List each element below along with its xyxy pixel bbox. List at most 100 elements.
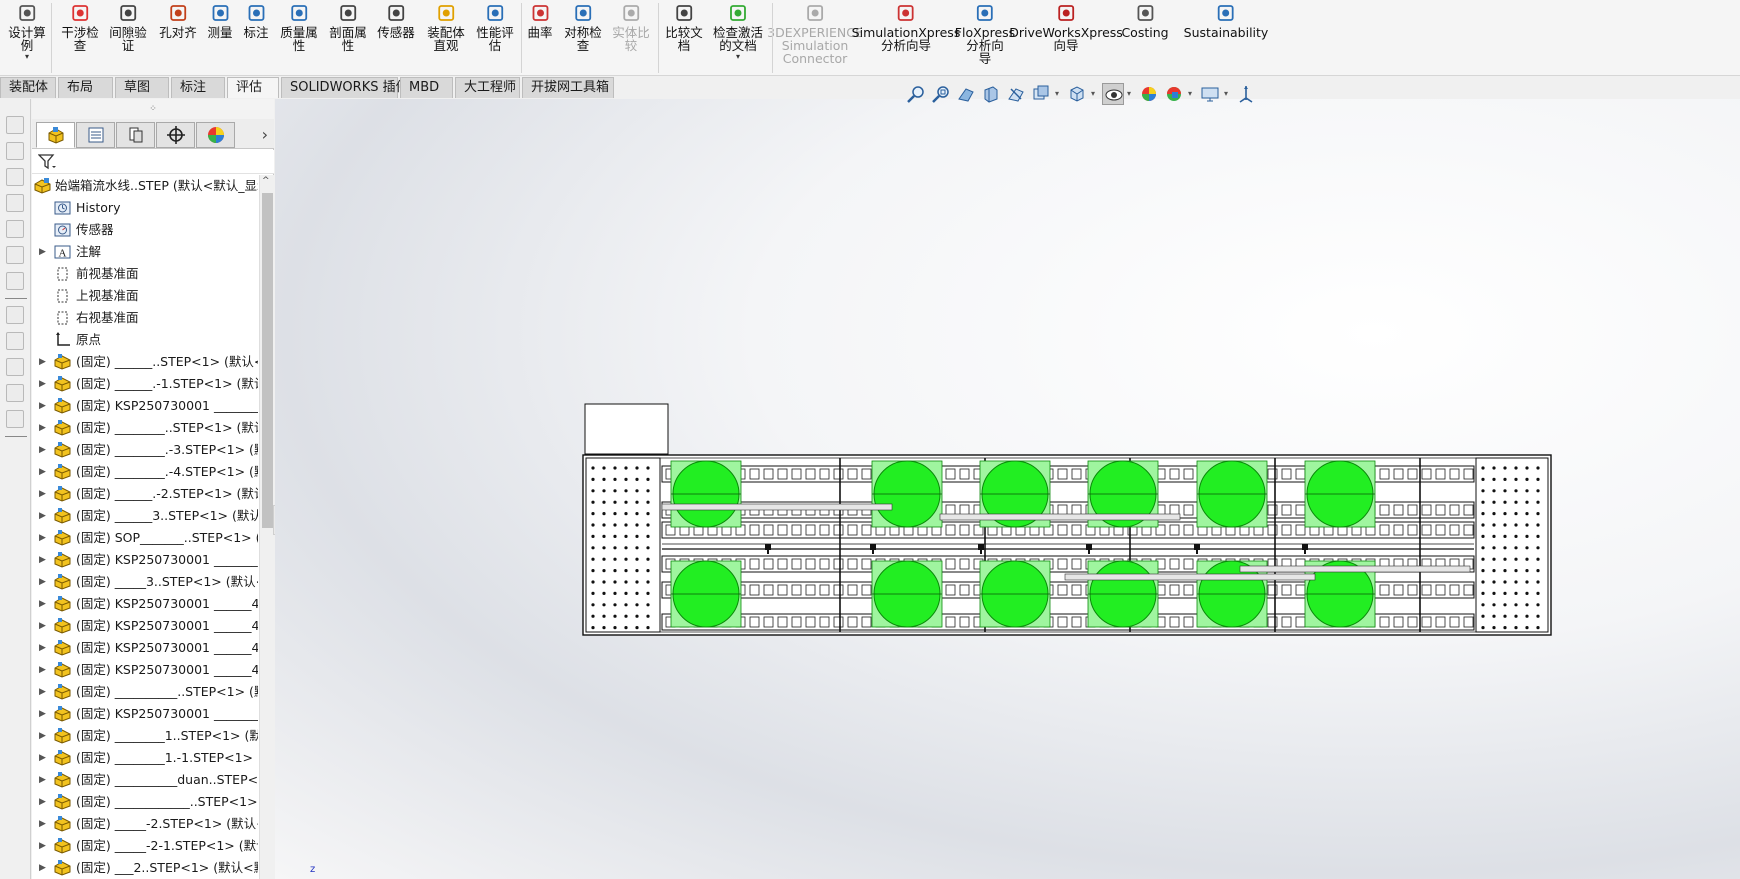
asm-visual-button[interactable]: 装配体 直观 bbox=[427, 2, 465, 52]
view-orient-icon[interactable] bbox=[6, 142, 24, 160]
triad-icon[interactable] bbox=[1235, 83, 1257, 105]
tree-item-annotation[interactable]: ▶ A 注解 bbox=[32, 241, 258, 263]
clearance-button[interactable]: 间隙验 证 bbox=[109, 2, 147, 52]
zoom-to-fit-icon[interactable] bbox=[905, 83, 927, 105]
tab-8[interactable]: 开拔网工具箱 bbox=[522, 77, 614, 98]
interference-button[interactable]: 干涉检 查 bbox=[61, 2, 99, 52]
tab-4[interactable]: 评估 bbox=[227, 77, 279, 98]
tree-item-part[interactable]: ▶ (固定) KSP250730001 ______40 bbox=[32, 637, 258, 659]
expand-icon[interactable]: ▶ bbox=[39, 637, 46, 659]
tree-item-sensor[interactable]: 传感器 bbox=[32, 219, 258, 241]
section-view-icon[interactable] bbox=[980, 83, 1002, 105]
expand-icon[interactable]: ▶ bbox=[39, 527, 46, 549]
tree-item-plane[interactable]: 上视基准面 bbox=[32, 285, 258, 307]
section-props-button[interactable]: 剖面属 性 bbox=[329, 2, 367, 52]
sketch-tool-icon[interactable] bbox=[6, 384, 24, 402]
expand-icon[interactable]: ▶ bbox=[39, 659, 46, 681]
hole-align-button[interactable]: 孔对齐 bbox=[159, 2, 197, 39]
tree-item-part[interactable]: ▶ (固定) ___2..STEP<1> (默认<默 bbox=[32, 857, 258, 879]
scroll-up-icon[interactable]: ^ bbox=[262, 176, 270, 186]
scroll-thumb[interactable] bbox=[262, 193, 273, 528]
apply-scene-icon[interactable] bbox=[1163, 83, 1185, 105]
measure-button[interactable]: 测量 bbox=[207, 2, 233, 39]
view-orientation-icon[interactable] bbox=[1030, 83, 1052, 105]
solid-compare-button[interactable]: 实体比 较 bbox=[612, 2, 650, 52]
chevron-down-icon[interactable]: ▾ bbox=[736, 52, 740, 61]
expand-icon[interactable]: ▶ bbox=[39, 373, 46, 395]
chevron-right-icon[interactable]: › bbox=[262, 125, 268, 144]
hide-show-items-icon[interactable] bbox=[1102, 83, 1124, 105]
simxpress-button[interactable]: SimulationXpress 分析向导 bbox=[852, 2, 960, 52]
markup-button[interactable]: 标注 bbox=[243, 2, 269, 39]
tab-7[interactable]: 大工程师 bbox=[455, 77, 520, 98]
view-orient-icon[interactable] bbox=[6, 116, 24, 134]
sustainability-button[interactable]: Sustainability bbox=[1184, 2, 1268, 39]
edit-appearance-icon[interactable] bbox=[1138, 83, 1160, 105]
tree-item-part[interactable]: ▶ (固定) _____3..STEP<1> (默认< bbox=[32, 571, 258, 593]
tree-item-part[interactable]: ▶ (固定) ______3..STEP<1> (默认 bbox=[32, 505, 258, 527]
expand-icon[interactable]: ▶ bbox=[39, 593, 46, 615]
tree-item-part[interactable]: ▶ (固定) __________..STEP<1> (默 bbox=[32, 681, 258, 703]
compare-docs-button[interactable]: 比较文 档 bbox=[665, 2, 703, 52]
expand-icon[interactable]: ▶ bbox=[39, 439, 46, 461]
tab-feature-tree[interactable] bbox=[36, 122, 75, 148]
view-settings-icon[interactable] bbox=[1199, 83, 1221, 105]
sensor-button[interactable]: 传感器 bbox=[377, 2, 415, 39]
symmetry-button[interactable]: 对称检 查 bbox=[564, 2, 602, 52]
tab-2[interactable]: 草图 bbox=[115, 77, 169, 98]
tree-item-part[interactable]: ▶ (固定) ________.-3.STEP<1> (默 bbox=[32, 439, 258, 461]
tab-6[interactable]: MBD bbox=[400, 77, 453, 98]
panel-grip[interactable]: ⁘ bbox=[32, 99, 274, 119]
view-orient-icon[interactable] bbox=[6, 272, 24, 290]
expand-icon[interactable]: ▶ bbox=[39, 351, 46, 373]
tree-item-origin[interactable]: 原点 bbox=[32, 329, 258, 351]
sketch-tool-icon[interactable] bbox=[6, 358, 24, 376]
expand-icon[interactable]: ▶ bbox=[39, 725, 46, 747]
dynamic-annotation-icon[interactable] bbox=[1005, 83, 1027, 105]
tree-item-plane[interactable]: 前视基准面 bbox=[32, 263, 258, 285]
expand-icon[interactable]: ▶ bbox=[39, 241, 46, 263]
tab-5[interactable]: SOLIDWORKS 插件 bbox=[281, 77, 409, 98]
expand-icon[interactable]: ▶ bbox=[39, 417, 46, 439]
perf-eval-button[interactable]: 性能评 估 bbox=[476, 2, 514, 52]
tree-item-part[interactable]: ▶ (固定) ________1.-1.STEP<1> (默 bbox=[32, 747, 258, 769]
chevron-down-icon[interactable]: ▾ bbox=[1188, 83, 1196, 105]
tree-scrollbar[interactable]: ^ bbox=[259, 175, 274, 879]
chevron-down-icon[interactable]: ▾ bbox=[1091, 83, 1099, 105]
zoom-to-area-icon[interactable] bbox=[930, 83, 952, 105]
sketch-tool-icon[interactable] bbox=[6, 306, 24, 324]
tab-dimxpert-manager[interactable] bbox=[156, 122, 195, 148]
expand-icon[interactable]: ▶ bbox=[39, 835, 46, 857]
costing-button[interactable]: Costing bbox=[1121, 2, 1169, 39]
tab-1[interactable]: 布局 bbox=[58, 77, 113, 98]
filter-icon[interactable] bbox=[38, 154, 56, 170]
expand-icon[interactable]: ▶ bbox=[39, 813, 46, 835]
expand-icon[interactable]: ▶ bbox=[39, 483, 46, 505]
tab-configuration-manager[interactable] bbox=[116, 122, 155, 148]
tree-item-part[interactable]: ▶ (固定) ________..STEP<1> (默认 bbox=[32, 417, 258, 439]
tree-item-part[interactable]: ▶ (固定) KSP250730001 ________ bbox=[32, 395, 258, 417]
tree-root-assembly[interactable]: 始端箱流水线..STEP (默认<默认_显示 bbox=[32, 175, 258, 197]
tree-item-plane[interactable]: 右视基准面 bbox=[32, 307, 258, 329]
expand-icon[interactable]: ▶ bbox=[39, 549, 46, 571]
view-orient-icon[interactable] bbox=[6, 168, 24, 186]
tree-item-part[interactable]: ▶ (固定) _____-2-1.STEP<1> (默认 bbox=[32, 835, 258, 857]
expand-icon[interactable]: ▶ bbox=[39, 571, 46, 593]
expand-icon[interactable]: ▶ bbox=[39, 505, 46, 527]
expand-icon[interactable]: ▶ bbox=[39, 615, 46, 637]
tree-item-part[interactable]: ▶ (固定) KSP250730001 ______40 bbox=[32, 615, 258, 637]
curvature-button[interactable]: 曲率 bbox=[527, 2, 553, 39]
assembly-model-top-view[interactable] bbox=[275, 99, 1740, 879]
expand-icon[interactable]: ▶ bbox=[39, 769, 46, 791]
graphics-area[interactable] bbox=[275, 99, 1740, 879]
tree-item-part[interactable]: ▶ (固定) KSP250730001 ______40 bbox=[32, 659, 258, 681]
design-study-button[interactable]: 设计算 例 ▾ bbox=[8, 2, 46, 61]
expand-icon[interactable]: ▶ bbox=[39, 703, 46, 725]
tree-item-part[interactable]: ▶ (固定) __________duan..STEP<1 bbox=[32, 769, 258, 791]
tab-0[interactable]: 装配体 bbox=[0, 77, 56, 98]
tree-item-part[interactable]: ▶ (固定) ____________..STEP<1> ( bbox=[32, 791, 258, 813]
tree-item-part[interactable]: ▶ (固定) KSP250730001 ______40 bbox=[32, 593, 258, 615]
chevron-down-icon[interactable]: ▾ bbox=[25, 52, 29, 61]
tab-display-manager[interactable] bbox=[196, 122, 235, 148]
expand-icon[interactable]: ▶ bbox=[39, 857, 46, 879]
